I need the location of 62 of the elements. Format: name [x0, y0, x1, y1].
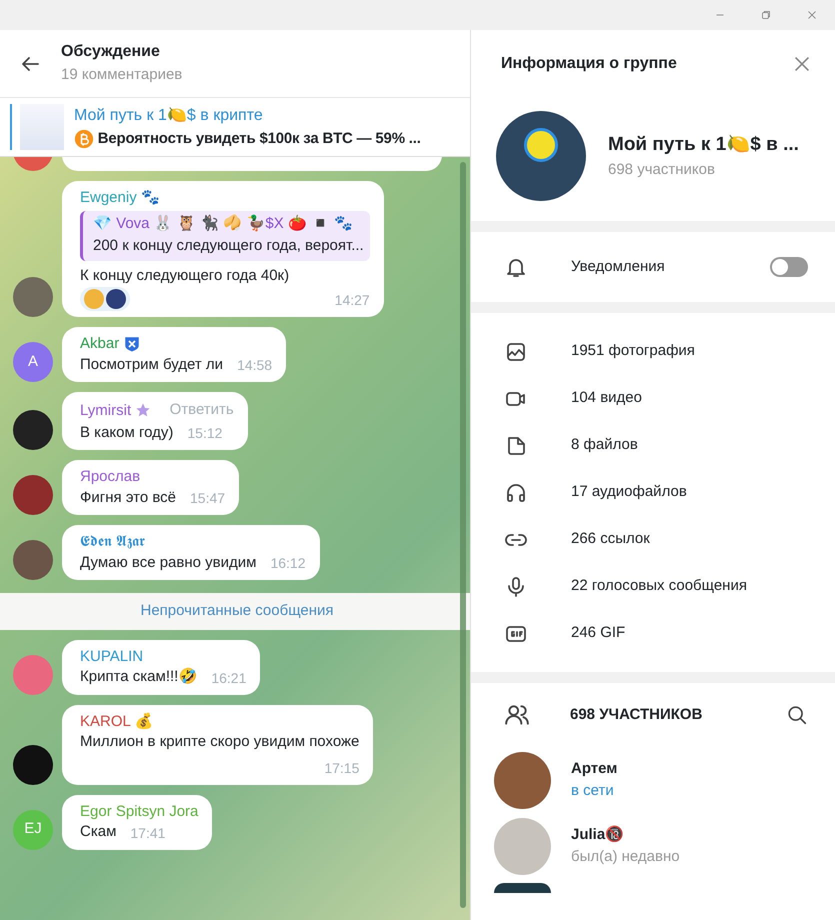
media-row[interactable]: 266 ссылок [471, 516, 835, 563]
scrollbar[interactable] [460, 162, 466, 908]
message-text: К концу следующего года 40к) [80, 266, 290, 286]
media-row[interactable]: 22 голосовых сообщения [471, 563, 835, 610]
pinned-text[interactable]: Вероятность увидеть $100к за BTC — 59% ... [98, 128, 421, 150]
reaction-pill[interactable] [80, 287, 130, 311]
media-row[interactable]: 8 файлов [471, 422, 835, 469]
author-name[interactable]: Ewgeniy 🐾 [80, 188, 160, 208]
thumbnail-placeholder [20, 104, 64, 150]
message-text: Крипта скам!!!🤣 [80, 666, 198, 687]
author-name[interactable]: Akbar [80, 334, 120, 354]
media-row[interactable]: 17 аудиофайлов [471, 469, 835, 516]
restore-icon[interactable] [759, 8, 773, 22]
message-text: В каком году) [80, 422, 174, 442]
message-time: 14:58 [237, 356, 272, 375]
avatar-photo[interactable] [13, 475, 53, 515]
media-row[interactable]: 1951 фотография [471, 328, 835, 375]
quoted-text: 200 к концу следующего года, вероят... [93, 236, 364, 256]
message-text: Думаю все равно увидим [80, 552, 256, 572]
message-text: Фигня это всё [80, 488, 176, 508]
avatar-photo[interactable] [13, 410, 53, 450]
author-name[interactable]: Ярослав [80, 467, 140, 486]
media-row[interactable]: 246 GIF [471, 610, 835, 657]
message-text: Миллион в крипте скоро увидим похоже [80, 732, 360, 752]
author-name[interactable]: KAROL 💰 [80, 712, 154, 731]
message-time: 16:12 [270, 554, 306, 573]
message-text: Посмотрим будет ли [80, 354, 224, 374]
message-time: 15:12 [187, 424, 222, 443]
member-name: Артем [571, 758, 618, 778]
author-name[interactable]: 𝕰𝖉𝖊𝖓 𝕬𝖟𝖆𝖗 [80, 532, 146, 552]
message-time: 16:21 [211, 668, 246, 688]
quoted-reply[interactable]: 💎 Vova 🐰 🦉 🐈‍⬛ 🥠 🦆$X 🍅 ◾ 🐾 200 к концу следующего года, вероят... [80, 210, 370, 260]
media-row[interactable]: 104 видео [471, 375, 835, 422]
coin-icon [524, 128, 558, 162]
notifications-label: Уведомления [571, 256, 666, 277]
comment-count: 19 комментариев [61, 65, 182, 86]
member-count: 698 участников [608, 160, 716, 180]
author-name[interactable]: Lymirsit [80, 400, 132, 420]
message-time: 14:27 [334, 291, 370, 310]
bitcoin-icon [74, 129, 94, 149]
pinned-title[interactable]: Мой путь к 1🍋$ в крипте [74, 104, 421, 128]
quoted-author: 💎 Vova 🐰 🦉 🐈‍⬛ 🥠 🦆$X 🍅 ◾ 🐾 [93, 214, 354, 234]
member-row[interactable]: Артем в сети [471, 747, 835, 813]
chat-title: Обсуждение [61, 42, 161, 62]
member-row[interactable]: Julia🔞 был(а) недавно [471, 813, 835, 879]
avatar-photo [494, 883, 551, 893]
message-time: 17:15 [323, 758, 360, 778]
avatar[interactable]: A [13, 342, 53, 382]
message-time: 15:47 [190, 489, 226, 508]
search-icon[interactable] [786, 704, 808, 726]
members-header: 698 УЧАСТНИКОВ [570, 704, 704, 725]
reaction-emoji-icon [84, 289, 104, 309]
panel-title: Информация о группе [501, 54, 677, 74]
avatar-photo[interactable] [13, 744, 53, 784]
message-text: Скам [80, 822, 116, 842]
message-time: 17:41 [130, 824, 166, 842]
reactor-avatar [106, 289, 126, 309]
member-status: в сети [571, 781, 615, 801]
group-name: Мой путь к 1🍋$ в ... [608, 132, 799, 156]
member-status: был(а) недавно [571, 847, 680, 867]
notifications-toggle[interactable] [770, 257, 808, 277]
member-name: Julia🔞 [571, 824, 626, 844]
